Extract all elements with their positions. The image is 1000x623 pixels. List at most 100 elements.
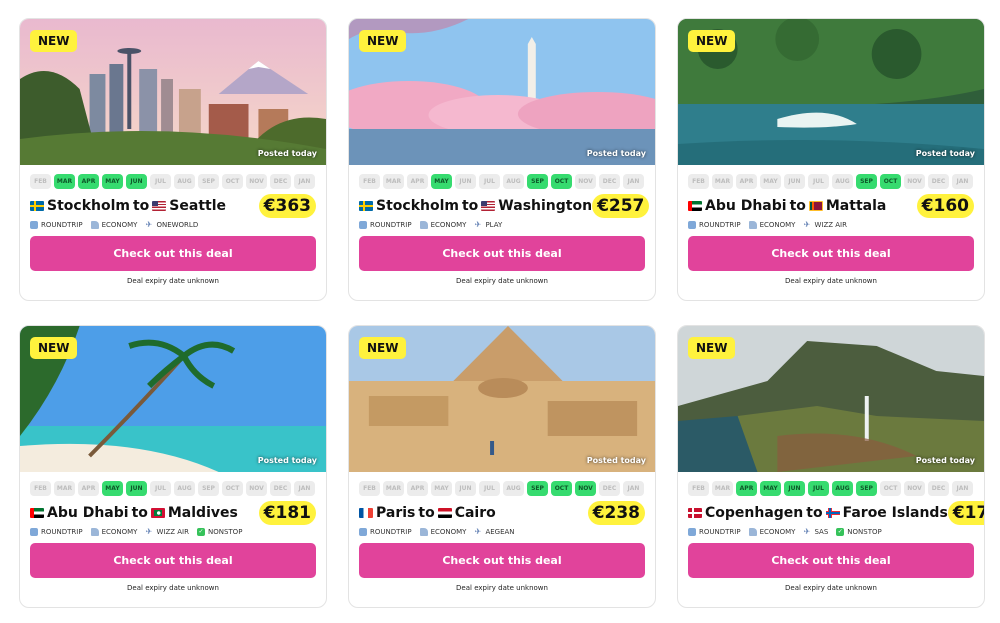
check-deal-button[interactable]: Check out this deal [30, 543, 316, 578]
expiry-note: Deal expiry date unknown [127, 277, 219, 285]
tag-label: ROUNDTRIP [41, 528, 83, 536]
price-badge: €238 [587, 501, 645, 525]
check-deal-button[interactable]: Check out this deal [30, 236, 316, 271]
route-title[interactable]: Abu Dhabi to Mattala [688, 198, 886, 214]
month-chip-jul: JUL [808, 174, 829, 189]
deal-tag: ECONOMY [419, 528, 466, 536]
month-chip-sep: SEP [198, 174, 219, 189]
deal-tag: ECONOMY [419, 221, 467, 229]
route-title[interactable]: Stockholm to Washington [359, 198, 592, 214]
route-separator: to [131, 505, 148, 521]
maldives-flag-icon [150, 508, 165, 518]
month-chip-apr: APR [78, 174, 99, 189]
seat-icon [748, 221, 757, 229]
month-chip-oct: OCT [551, 174, 572, 189]
deal-card[interactable]: NEW Posted today FEB MAR APR MAY JUN JUL AUG SE… [348, 18, 656, 301]
month-chip-jan: JAN [294, 174, 315, 189]
month-chip-jun: JUN [784, 174, 805, 189]
route-title[interactable]: Stockholm to Seattle [30, 198, 226, 214]
month-chip-may: MAY [102, 481, 123, 496]
deal-card[interactable]: NEW Posted today FEB MAR APR MAY JUN JUL AUG SE… [677, 18, 985, 301]
deal-tag: ECONOMY [748, 221, 796, 229]
check-deal-button[interactable]: Check out this deal [688, 543, 974, 578]
tag-label: ECONOMY [101, 221, 138, 229]
new-badge: NEW [359, 337, 407, 359]
month-chip-jun: JUN [126, 481, 147, 496]
month-chip-aug: AUG [832, 481, 853, 496]
month-chip-aug: AUG [832, 174, 853, 189]
month-chip-oct: OCT [551, 481, 572, 496]
route-row: Paris to Cairo €238 [349, 496, 655, 526]
tag-label: SAS [814, 528, 829, 536]
tag-label: ROUNDTRIP [699, 528, 741, 536]
month-chip-mar: MAR [383, 174, 404, 189]
month-chip-feb: FEB [359, 174, 380, 189]
roundtrip-icon [30, 528, 38, 536]
destination-photo[interactable]: NEW Posted today [678, 19, 984, 165]
plane-icon: ✈ [474, 527, 482, 536]
month-chip-mar: MAR [383, 481, 404, 496]
month-chip-sep: SEP [527, 481, 548, 496]
destination-photo[interactable]: NEW Posted today [20, 19, 326, 165]
check-deal-button[interactable]: Check out this deal [359, 236, 645, 271]
destination-photo[interactable]: NEW Posted today [349, 326, 655, 472]
check-deal-button[interactable]: Check out this deal [359, 543, 645, 578]
month-chip-feb: FEB [30, 481, 51, 496]
month-chip-apr: APR [736, 481, 757, 496]
travel-months: FEB MAR APR MAY JUN JUL AUG SEP OCT NOV DEC JAN [20, 165, 326, 189]
check-deal-button[interactable]: Check out this deal [688, 236, 974, 271]
month-chip-dec: DEC [599, 174, 620, 189]
deal-tags: ROUNDTRIP ECONOMY ✈ WIZZ AIR [678, 219, 984, 229]
tag-label: ECONOMY [759, 221, 796, 229]
deal-tag: ROUNDTRIP [688, 528, 741, 536]
deal-card[interactable]: NEW Posted today FEB MAR APR MAY JUN JUL AUG SE… [19, 18, 327, 301]
tag-label: ROUNDTRIP [370, 528, 412, 536]
deal-tag: ✓ NONSTOP [836, 528, 882, 536]
origin-city: Abu Dhabi [705, 198, 787, 214]
check-icon: ✓ [836, 528, 845, 536]
new-badge: NEW [30, 30, 78, 52]
route-row: Abu Dhabi to Maldives €181 [20, 496, 326, 526]
france-flag-icon [359, 508, 373, 518]
travel-months: FEB MAR APR MAY JUN JUL AUG SEP OCT NOV DEC JAN [678, 165, 984, 189]
route-separator: to [418, 505, 435, 521]
tag-label: ROUNDTRIP [370, 221, 412, 229]
tag-label: ONEWORLD [156, 221, 199, 229]
check-icon: ✓ [196, 528, 205, 536]
route-row: Stockholm to Seattle €363 [20, 189, 326, 219]
deal-tag: ECONOMY [90, 221, 138, 229]
usa-flag-icon [152, 201, 167, 211]
deal-card[interactable]: NEW Posted today FEB MAR APR MAY JUN JUL AUG SE… [677, 325, 985, 608]
deal-tag: ECONOMY [748, 528, 796, 536]
month-chip-jul: JUL [479, 174, 500, 189]
route-title[interactable]: Copenhagen to Faroe Islands [688, 505, 948, 521]
seat-icon [90, 528, 99, 536]
roundtrip-icon [359, 221, 367, 229]
deal-card[interactable]: NEW Posted today FEB MAR APR MAY JUN JUL AUG SE… [348, 325, 656, 608]
deal-tag: ROUNDTRIP [30, 221, 83, 229]
month-chip-jan: JAN [952, 174, 973, 189]
travel-months: FEB MAR APR MAY JUN JUL AUG SEP OCT NOV DEC JAN [349, 472, 655, 496]
deal-tag: ✓ NONSTOP [196, 528, 242, 536]
destination-photo[interactable]: NEW Posted today [20, 326, 326, 472]
route-title[interactable]: Paris to Cairo [359, 505, 496, 521]
month-chip-apr: APR [736, 174, 757, 189]
month-chip-jan: JAN [952, 481, 973, 496]
egypt-flag-icon [437, 508, 452, 518]
origin-city: Paris [376, 505, 416, 521]
sri-lanka-flag-icon [808, 201, 823, 211]
price-badge: €257 [592, 194, 650, 218]
destination-photo[interactable]: NEW Posted today [349, 19, 655, 165]
destination-photo[interactable]: NEW Posted today [678, 326, 984, 472]
deal-tag: ROUNDTRIP [359, 221, 412, 229]
tag-label: ECONOMY [759, 528, 796, 536]
month-chip-dec: DEC [270, 481, 291, 496]
month-chip-mar: MAR [54, 481, 75, 496]
plane-icon: ✈ [803, 527, 811, 536]
deal-tag: ✈ AEGEAN [474, 527, 514, 537]
tag-label: ECONOMY [430, 221, 467, 229]
deal-card[interactable]: NEW Posted today FEB MAR APR MAY JUN JUL AUG SE… [19, 325, 327, 608]
month-chip-nov: NOV [575, 481, 596, 496]
destination-city: Mattala [825, 198, 887, 214]
route-title[interactable]: Abu Dhabi to Maldives [30, 505, 238, 521]
